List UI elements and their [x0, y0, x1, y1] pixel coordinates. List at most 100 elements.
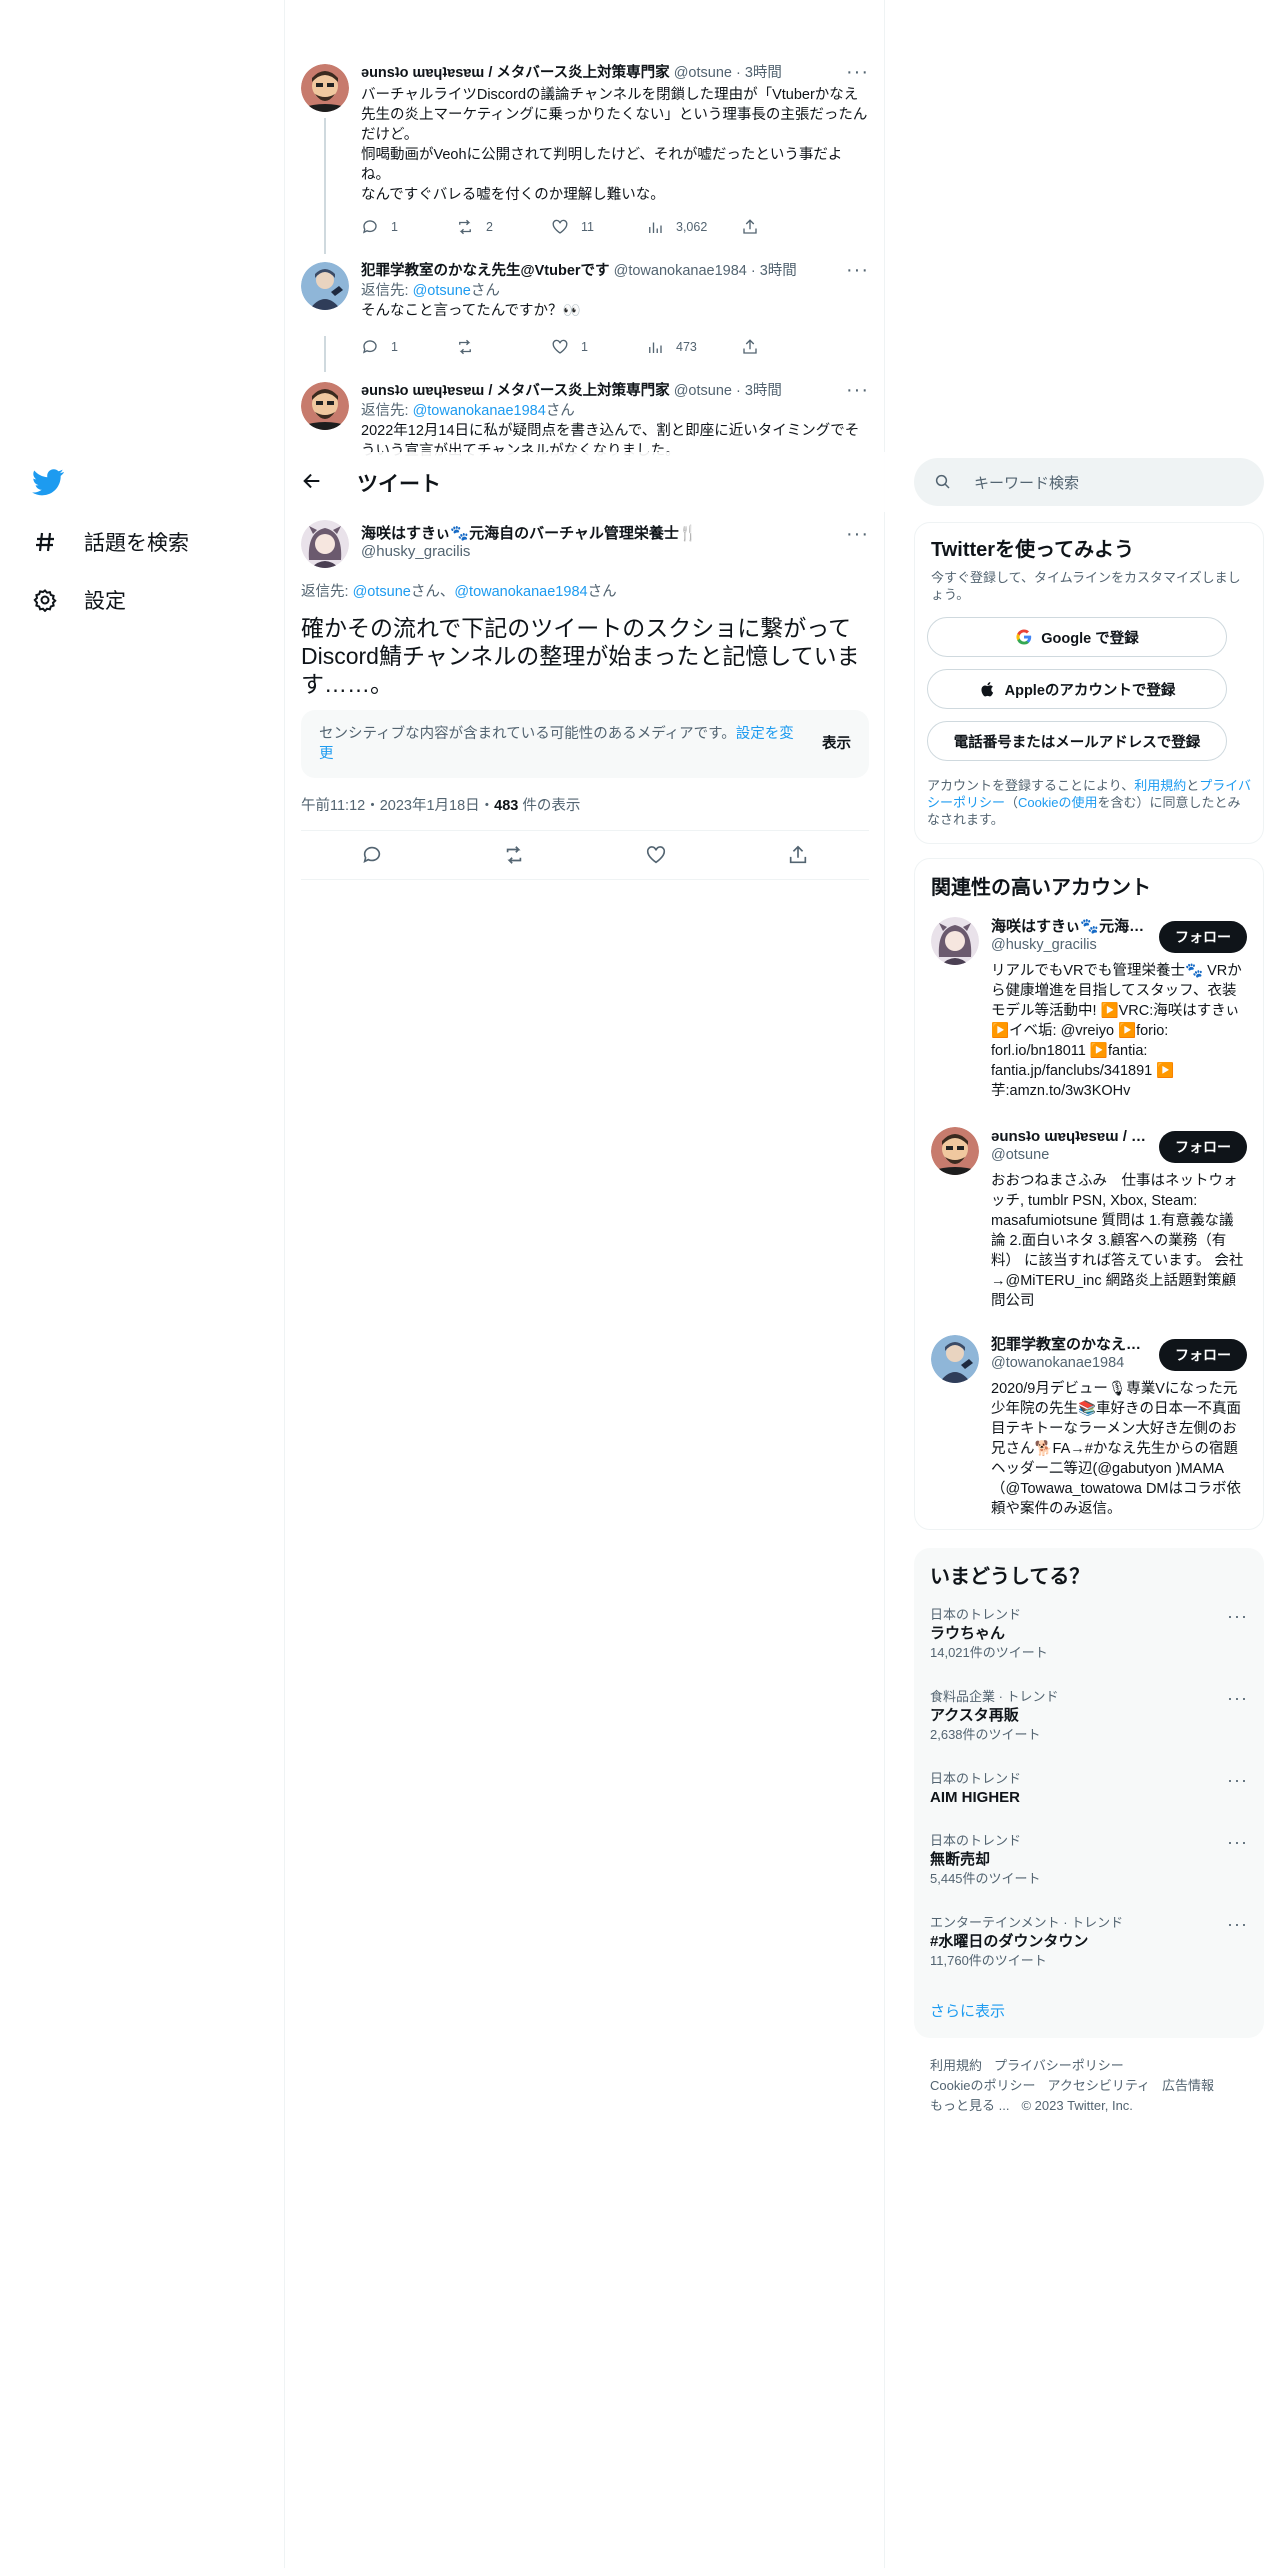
avatar-husky[interactable]: [931, 917, 979, 965]
footer-more[interactable]: もっと見る ...: [930, 2098, 1009, 2113]
account-handle[interactable]: @towanokanae1984: [991, 1355, 1124, 1371]
apple-signup-button[interactable]: Appleのアカウントで登録: [927, 669, 1227, 709]
heart-icon: [552, 219, 568, 234]
more-icon[interactable]: ···: [1227, 1770, 1248, 1791]
show-media-button[interactable]: 表示: [822, 734, 851, 754]
back-arrow-icon[interactable]: [301, 470, 325, 494]
views-button[interactable]: 473: [646, 338, 741, 356]
author-name[interactable]: ǝunsʇo ɯɐɥʇɐsɐɯ / メタバース炎上対策専門家: [361, 65, 670, 81]
related-accounts-card: 関連性の高いアカウント 海咲はすきぃ🐾元海自のバーチャル管理栄養士🍴 @husk…: [914, 858, 1264, 1530]
account-handle[interactable]: @husky_gracilis: [991, 937, 1097, 953]
views-button[interactable]: 3,062: [646, 218, 741, 236]
tweet-time[interactable]: 3時間: [745, 383, 782, 399]
views-count: 3,062: [676, 220, 708, 234]
more-icon[interactable]: ···: [1227, 1832, 1248, 1853]
tweet-timestamp[interactable]: 午前11:12・2023年1月18日・: [301, 798, 494, 814]
like-button[interactable]: 1: [551, 338, 646, 356]
signup-subtitle: 今すぐ登録して、タイムラインをカスタマイズしましょう。: [931, 570, 1241, 602]
mention-link[interactable]: @towanokanae1984: [413, 403, 546, 419]
share-icon[interactable]: [787, 844, 809, 866]
avatar-towanokanae[interactable]: [301, 262, 349, 310]
phone-email-signup-button[interactable]: 電話番号またはメールアドレスで登録: [927, 721, 1227, 761]
page-title: ツイート: [357, 473, 441, 496]
trend-item[interactable]: 日本のトレンド ラウちゃん 14,021件のツイート ···: [930, 1606, 1248, 1661]
related-account-otsune[interactable]: ǝunsʇo ɯɐɥʇɐsɐɯ / メタバース炎上対策専門家 @otsune フ…: [931, 1127, 1247, 1327]
more-icon[interactable]: ···: [1227, 1688, 1248, 1709]
page-header: ツイート: [285, 452, 885, 512]
share-icon: [743, 339, 757, 354]
related-account-towanokanae[interactable]: 犯罪学教室のかなえ先生@Vtuberです @towanokanae1984 フォ…: [931, 1335, 1247, 1525]
share-icon: [743, 219, 757, 234]
author-handle[interactable]: @husky_gracilis: [361, 543, 869, 560]
author-name[interactable]: 海咲はすきぃ🐾元海自のバーチャル管理栄養士🍴: [361, 522, 869, 543]
trend-item[interactable]: 日本のトレンド AIM HIGHER ···: [930, 1770, 1248, 1808]
nav-settings[interactable]: 設定: [32, 585, 126, 615]
analytics-icon: [649, 342, 662, 353]
footer-ads[interactable]: 広告情報: [1162, 2078, 1214, 2093]
reply-button[interactable]: 1: [361, 218, 456, 236]
show-more-link[interactable]: さらに表示: [930, 2000, 1005, 2021]
sensitive-media-warning: センシティブな内容が含まれている可能性のあるメディアです。設定を変更 表示: [301, 710, 869, 778]
footer-privacy[interactable]: プライバシーポリシー: [994, 2058, 1124, 2073]
search-bar[interactable]: キーワード検索: [914, 458, 1264, 506]
thread-tweet-2[interactable]: 犯罪学教室のかなえ先生@Vtuberです @towanokanae1984 · …: [301, 260, 869, 362]
twitter-bird-icon[interactable]: [32, 466, 64, 498]
more-icon[interactable]: ···: [846, 62, 869, 82]
retweet-button[interactable]: [456, 338, 551, 356]
more-icon[interactable]: ···: [1227, 1914, 1248, 1935]
trend-item[interactable]: エンターテインメント · トレンド #水曜日のダウンタウン 11,760件のツイ…: [930, 1914, 1248, 1969]
apple-icon: [981, 681, 993, 697]
tweet-time[interactable]: 3時間: [760, 263, 797, 279]
author-name[interactable]: ǝunsʇo ɯɐɥʇɐsɐɯ / メタバース炎上対策専門家: [361, 383, 670, 399]
footer-accessibility[interactable]: アクセシビリティ: [1047, 2078, 1150, 2093]
footer-terms[interactable]: 利用規約: [930, 2058, 982, 2073]
views-count: 483: [494, 798, 519, 814]
more-icon[interactable]: ···: [1227, 1606, 1248, 1627]
author-handle[interactable]: @otsune: [674, 383, 732, 399]
trend-item[interactable]: 食料品企業 · トレンド アクスタ再販 2,638件のツイート ···: [930, 1688, 1248, 1743]
account-name[interactable]: 海咲はすきぃ🐾元海自のバーチャル管理栄養士🍴: [991, 917, 1149, 937]
more-icon[interactable]: ···: [846, 260, 869, 280]
author-handle[interactable]: @otsune: [674, 65, 732, 81]
author-handle[interactable]: @towanokanae1984: [614, 263, 747, 279]
sensitive-text: センシティブな内容が含まれている可能性のあるメディアです。: [319, 726, 736, 742]
heart-icon[interactable]: [645, 844, 667, 866]
more-icon[interactable]: ···: [846, 380, 869, 400]
follow-button[interactable]: フォロー: [1159, 1131, 1247, 1163]
trends-title: いまどうしてる？: [930, 1566, 1090, 1588]
mention-link[interactable]: @towanokanae1984: [454, 584, 587, 600]
author-name[interactable]: 犯罪学教室のかなえ先生@Vtuberです: [361, 263, 610, 279]
related-account-husky[interactable]: 海咲はすきぃ🐾元海自のバーチャル管理栄養士🍴 @husky_gracilis フ…: [931, 917, 1247, 1117]
avatar-husky[interactable]: [301, 520, 349, 568]
mention-link[interactable]: @otsune: [413, 283, 471, 299]
reply-button[interactable]: 1: [361, 338, 456, 356]
retweet-icon[interactable]: [503, 844, 525, 866]
thread-tweet-1[interactable]: ǝunsʇo ɯɐɥʇɐsɐɯ / メタバース炎上対策専門家 @otsune ·…: [301, 62, 869, 244]
like-button[interactable]: 11: [551, 218, 646, 236]
terms-link[interactable]: 利用規約: [1134, 778, 1186, 793]
google-signup-button[interactable]: Google で登録: [927, 617, 1227, 657]
follow-button[interactable]: フォロー: [1159, 921, 1247, 953]
share-button[interactable]: [741, 338, 836, 356]
avatar-otsune[interactable]: [301, 382, 349, 430]
account-name[interactable]: 犯罪学教室のかなえ先生@Vtuberです: [991, 1335, 1149, 1355]
reply-icon[interactable]: [361, 844, 383, 866]
avatar-otsune[interactable]: [301, 64, 349, 112]
thread-tweet-3[interactable]: ǝunsʇo ɯɐɥʇɐsɐɯ / メタバース炎上対策専門家 @otsune ·…: [301, 380, 869, 462]
follow-button[interactable]: フォロー: [1159, 1339, 1247, 1371]
more-icon[interactable]: ···: [846, 524, 869, 544]
tweet-time[interactable]: 3時間: [745, 65, 782, 81]
avatar-otsune[interactable]: [931, 1127, 979, 1175]
nav-explore[interactable]: 話題を検索: [32, 527, 189, 557]
cookie-link[interactable]: Cookieの使用: [1018, 795, 1097, 810]
footer-cookie[interactable]: Cookieのポリシー: [930, 2078, 1035, 2093]
account-handle[interactable]: @otsune: [991, 1147, 1049, 1163]
share-button[interactable]: [741, 218, 836, 236]
reply-icon: [362, 340, 377, 354]
mention-link[interactable]: @otsune: [353, 584, 411, 600]
avatar-towanokanae[interactable]: [931, 1335, 979, 1383]
retweet-button[interactable]: 2: [456, 218, 551, 236]
trend-item[interactable]: 日本のトレンド 無断売却 5,445件のツイート ···: [930, 1832, 1248, 1887]
search-input[interactable]: キーワード検索: [974, 472, 1079, 493]
account-name[interactable]: ǝunsʇo ɯɐɥʇɐsɐɯ / メタバース炎上対策専門家: [991, 1127, 1149, 1147]
